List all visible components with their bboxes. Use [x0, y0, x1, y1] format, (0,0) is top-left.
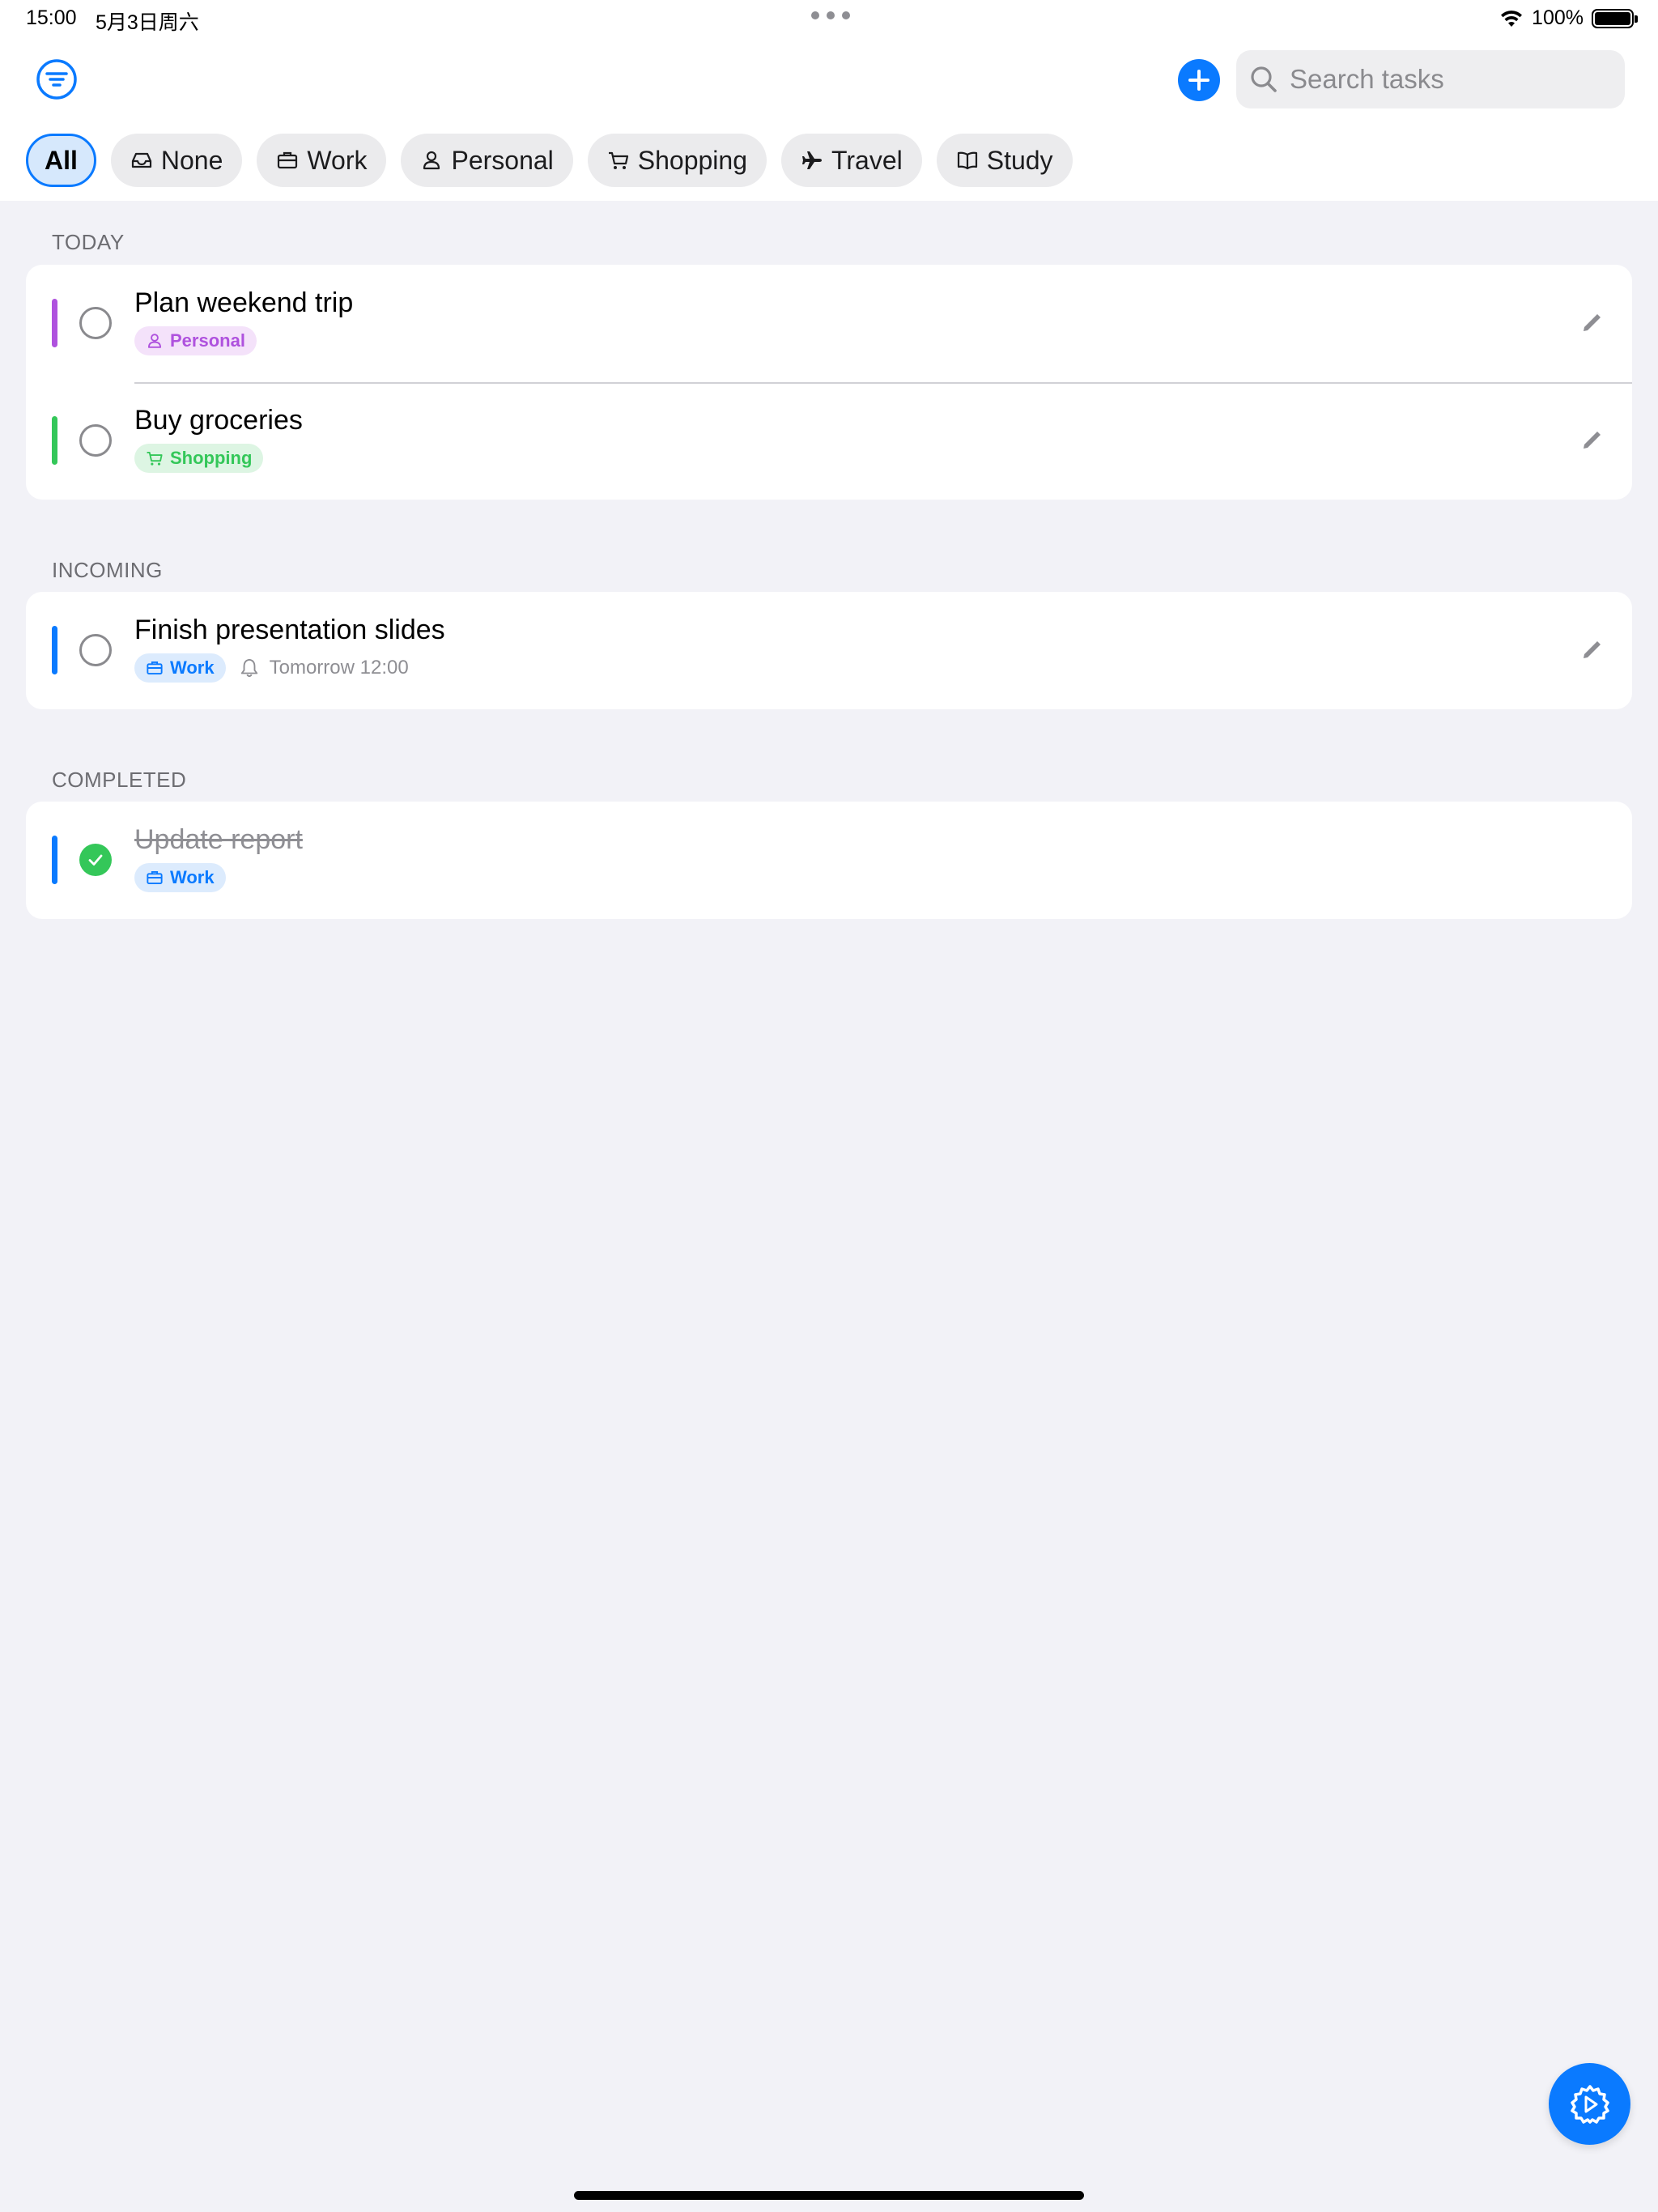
battery-icon: [1592, 8, 1638, 28]
task-color-indicator: [52, 299, 57, 347]
book-icon: [957, 151, 977, 170]
settings-button[interactable]: [1549, 2063, 1630, 2145]
task-title: Plan weekend trip: [134, 287, 354, 318]
task-row[interactable]: Plan weekend trip Personal: [26, 265, 1632, 382]
category-filter-bar: All None Work Personal Shopping Travel S…: [26, 134, 1073, 187]
home-indicator: [574, 2191, 1084, 2200]
plus-icon: [1188, 70, 1209, 91]
category-chip-shopping[interactable]: Shopping: [587, 134, 767, 187]
briefcase-icon: [278, 151, 298, 169]
section-header-completed: COMPLETED: [52, 768, 187, 792]
chip-label: Work: [307, 145, 368, 175]
person-icon: [423, 151, 440, 170]
edit-pencil-icon[interactable]: [1577, 426, 1606, 455]
gear-icon: [1570, 2084, 1609, 2124]
status-time: 15:00: [26, 6, 77, 29]
today-task-list: Plan weekend trip Personal Buy groceries…: [26, 265, 1632, 500]
task-meta: Personal: [134, 326, 257, 355]
category-tag: Personal: [134, 326, 257, 355]
status-indicators: 100%: [1499, 6, 1638, 30]
task-color-indicator: [52, 626, 57, 674]
checkmark-icon: [88, 854, 103, 866]
briefcase-icon: [147, 661, 163, 675]
search-field[interactable]: [1236, 50, 1625, 108]
category-tag: Work: [134, 863, 226, 892]
chip-label: None: [160, 145, 223, 175]
task-row[interactable]: Buy groceries Shopping: [26, 382, 1632, 500]
task-meta: Work: [134, 863, 226, 892]
section-header-today: TODAY: [52, 230, 125, 254]
section-header-incoming: INCOMING: [52, 558, 163, 582]
add-task-button[interactable]: [1178, 59, 1220, 101]
category-tag: Shopping: [134, 444, 264, 473]
task-color-indicator: [52, 836, 57, 884]
tag-label: Work: [170, 657, 215, 678]
task-meta: Work Tomorrow 12:00: [134, 653, 409, 683]
airplane-icon: [802, 151, 822, 169]
tray-icon: [131, 152, 151, 168]
chip-label: Study: [986, 145, 1053, 175]
filter-icon: [36, 59, 77, 100]
task-checkbox[interactable]: [79, 634, 112, 666]
completed-task-list: Update report Work: [26, 802, 1632, 919]
task-row[interactable]: Finish presentation slides Work Tomorrow…: [26, 592, 1632, 709]
category-chip-study[interactable]: Study: [936, 134, 1073, 187]
bell-icon: [240, 658, 257, 678]
cart-icon: [147, 451, 163, 466]
category-chip-none[interactable]: None: [110, 134, 243, 187]
task-title: Buy groceries: [134, 405, 303, 436]
search-icon: [1251, 66, 1277, 92]
status-date: 5月3日周六: [96, 11, 199, 34]
edit-pencil-icon[interactable]: [1577, 636, 1606, 665]
tag-label: Shopping: [170, 448, 253, 468]
tag-label: Work: [170, 867, 215, 887]
header-area: 15:00 5月3日周六 100% Search tasks All None …: [0, 0, 1658, 201]
task-checkbox[interactable]: [79, 424, 112, 457]
category-chip-all[interactable]: All: [26, 134, 96, 187]
filter-button[interactable]: [36, 58, 78, 100]
reminder-time: Tomorrow 12:00: [269, 657, 409, 678]
tag-label: Personal: [170, 330, 245, 351]
status-bar: 15:00 5月3日周六 100%: [0, 0, 1658, 39]
edit-pencil-icon[interactable]: [1577, 308, 1606, 338]
task-checkbox-checked[interactable]: [79, 844, 112, 876]
category-tag: Work: [134, 653, 226, 683]
chip-label: All: [45, 145, 78, 175]
cart-icon: [608, 151, 628, 169]
task-color-indicator: [52, 416, 57, 465]
task-row[interactable]: Update report Work: [26, 802, 1632, 919]
incoming-task-list: Finish presentation slides Work Tomorrow…: [26, 592, 1632, 709]
category-chip-travel[interactable]: Travel: [781, 134, 922, 187]
chip-label: Travel: [831, 145, 903, 175]
briefcase-icon: [147, 870, 163, 885]
task-reminder: Tomorrow 12:00: [239, 657, 409, 679]
task-meta: Shopping: [134, 444, 264, 473]
category-chip-personal[interactable]: Personal: [401, 134, 573, 187]
category-chip-work[interactable]: Work: [257, 134, 387, 187]
wifi-icon: [1501, 10, 1523, 27]
person-icon: [147, 334, 162, 348]
battery-percent: 100%: [1532, 6, 1584, 29]
chip-label: Personal: [451, 145, 554, 175]
task-checkbox[interactable]: [79, 307, 112, 339]
task-title: Finish presentation slides: [134, 615, 445, 645]
search-input[interactable]: [1290, 64, 1613, 95]
task-title: Update report: [134, 824, 303, 855]
chip-label: Shopping: [637, 145, 747, 175]
multitasking-menu-icon[interactable]: [811, 11, 850, 19]
